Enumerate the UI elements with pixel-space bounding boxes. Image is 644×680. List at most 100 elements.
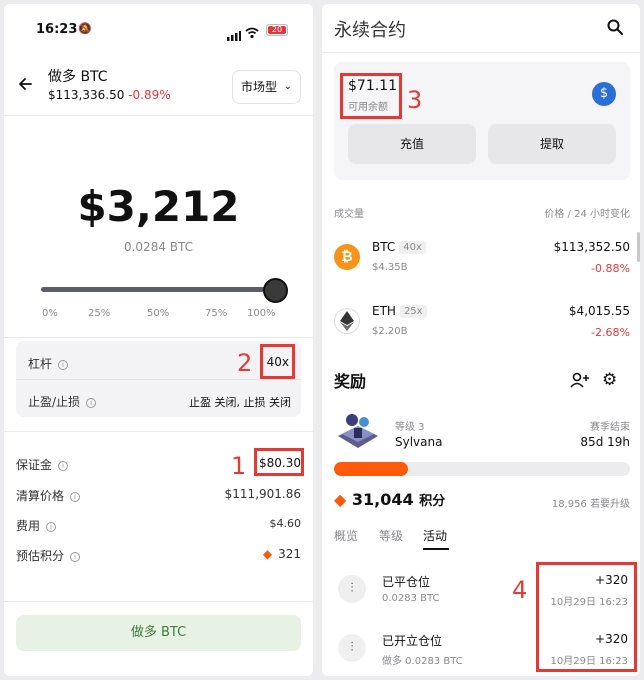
market-volume: $2.20B	[372, 326, 408, 337]
market-symbol-row: BTC 40x	[372, 240, 426, 254]
margin-label: 保证金	[16, 458, 53, 472]
market-symbol: BTC	[372, 240, 396, 254]
annotation-box-balance	[340, 73, 402, 119]
points-unit: 积分	[419, 494, 446, 509]
margin-row: 保证金 i	[16, 456, 69, 473]
market-symbol: ETH	[372, 304, 396, 318]
info-icon[interactable]: i	[58, 460, 69, 471]
size-slider-handle[interactable]	[263, 278, 288, 303]
market-change: -0.88%	[591, 262, 630, 275]
market-symbol-row: ETH 25x	[372, 304, 427, 318]
activity-detail: 0.0283 BTC	[382, 593, 440, 604]
gear-icon[interactable]: ⚙	[602, 370, 617, 390]
battery-icon: 20	[266, 24, 288, 36]
leverage-tpsl-box: 杠杆 i 40x 止盈/止损 i 止盈 关闭, 止损 关闭	[16, 341, 301, 417]
leverage-row[interactable]: 杠杆 i	[28, 355, 69, 372]
fox-icon: ◆	[334, 490, 347, 509]
candlestick-icon: ⫶	[338, 634, 366, 662]
tpsl-value[interactable]: 止盈 关闭, 止损 关闭	[189, 394, 291, 410]
annotation-box-margin	[254, 448, 304, 476]
perps-panel: 永续合约 $71.11 可用余额 $ 充值 提取 3 成交量 价格 / 24 小…	[322, 4, 640, 676]
page-title: 做多 BTC	[48, 69, 108, 85]
fee-label: 费用	[16, 519, 41, 533]
annotation-number-3: 3	[407, 86, 423, 114]
info-icon[interactable]: i	[46, 521, 57, 532]
tab-overview[interactable]: 概览	[334, 527, 358, 544]
tpsl-row[interactable]: 止盈/止损 i	[28, 393, 97, 410]
ethereum-icon	[334, 308, 360, 334]
avatar	[334, 410, 382, 454]
annotation-number-4: 4	[512, 576, 528, 604]
market-change: -2.68%	[591, 326, 630, 339]
leverage-tag: 25x	[399, 305, 427, 318]
scrollbar[interactable]	[637, 232, 640, 262]
level-progress-fill	[334, 462, 408, 476]
annotation-box-leverage	[260, 344, 295, 379]
deposit-button[interactable]: 充值	[348, 124, 476, 164]
status-time: 16:23	[36, 22, 78, 37]
search-icon[interactable]	[607, 19, 623, 39]
liquidation-row: 清算价格 i	[16, 487, 81, 504]
fee-row: 费用 i	[16, 517, 57, 534]
price-change-row: $113,336.50 -0.89%	[48, 88, 171, 102]
bitcoin-icon: ₿	[334, 244, 360, 270]
tab-levels[interactable]: 等级	[379, 527, 403, 544]
market-row-btc[interactable]: ₿ BTC 40x $4.35B $113,352.50 -0.88%	[322, 230, 640, 286]
market-price: $113,352.50	[553, 240, 630, 254]
annotation-box-activity	[536, 562, 637, 672]
order-type-value: 市场型	[241, 80, 278, 94]
chevron-down-icon: ⌄	[283, 81, 292, 92]
tab-activity[interactable]: 活动	[423, 527, 447, 544]
username: Sylvana	[395, 435, 443, 449]
order-panel: 16:23 🔕 20 做多 BTC $113,336.50 -0.89% 市场型…	[4, 4, 313, 676]
leverage-label: 杠杆	[28, 357, 53, 371]
leverage-tag: 40x	[399, 241, 426, 254]
active-tab-indicator	[423, 548, 449, 550]
annotation-number-1: 1	[231, 452, 247, 480]
season-remaining: 85d 19h	[580, 435, 630, 449]
season-label: 赛季结束	[590, 422, 630, 433]
volume-header: 成交量	[334, 209, 364, 220]
submit-long-button[interactable]: 做多 BTC	[16, 615, 301, 651]
market-volume: $4.35B	[372, 262, 408, 273]
liquidation-value: $111,901.86	[224, 487, 301, 501]
size-slider-track[interactable]	[41, 287, 275, 292]
points-total: 31,044	[351, 490, 414, 509]
add-user-icon[interactable]	[570, 372, 590, 392]
order-amount-btc: 0.0284 BTC	[123, 240, 194, 254]
signal-icon	[227, 26, 241, 45]
info-icon[interactable]: i	[70, 551, 81, 562]
order-type-select[interactable]: 市场型 ⌄	[232, 70, 301, 104]
silent-icon: 🔕	[78, 22, 92, 35]
points-label: 预估积分	[16, 549, 65, 563]
slider-tick-25[interactable]: 25%	[88, 308, 110, 319]
info-icon[interactable]: i	[70, 491, 81, 502]
slider-tick-100[interactable]: 100%	[247, 308, 276, 319]
info-icon[interactable]: i	[58, 359, 69, 370]
annotation-number-2: 2	[237, 349, 253, 377]
fee-value: $4.60	[269, 517, 302, 530]
info-icon[interactable]: i	[86, 397, 97, 408]
points-row: 预估积分 i	[16, 547, 81, 564]
points-total-row: ◆ 31,044 积分	[334, 490, 445, 509]
activity-detail: 做多 0.0283 BTC	[382, 656, 463, 667]
order-amount[interactable]: $3,212	[4, 182, 313, 231]
back-arrow-icon[interactable]	[18, 76, 32, 95]
usdc-icon: $	[592, 82, 616, 106]
fox-icon: ◆	[262, 547, 273, 561]
price-change: -0.89%	[128, 88, 171, 102]
rewards-title: 奖励	[334, 372, 367, 391]
tpsl-label: 止盈/止损	[28, 395, 81, 409]
slider-tick-75[interactable]: 75%	[205, 308, 227, 319]
current-price: $113,336.50	[48, 88, 125, 102]
points-value-row: ◆ 321	[263, 547, 301, 561]
level-progress-bar	[334, 462, 630, 476]
liquidation-label: 清算价格	[16, 489, 65, 503]
points-value: 321	[278, 547, 301, 561]
slider-tick-0[interactable]: 0%	[42, 308, 58, 319]
market-row-eth[interactable]: ETH 25x $2.20B $4,015.55 -2.68%	[322, 294, 640, 350]
slider-tick-50[interactable]: 50%	[147, 308, 169, 319]
withdraw-button[interactable]: 提取	[488, 124, 616, 164]
level-label: 等级 3	[395, 422, 425, 433]
upgrade-text: 18,956 若要升级	[551, 499, 630, 510]
